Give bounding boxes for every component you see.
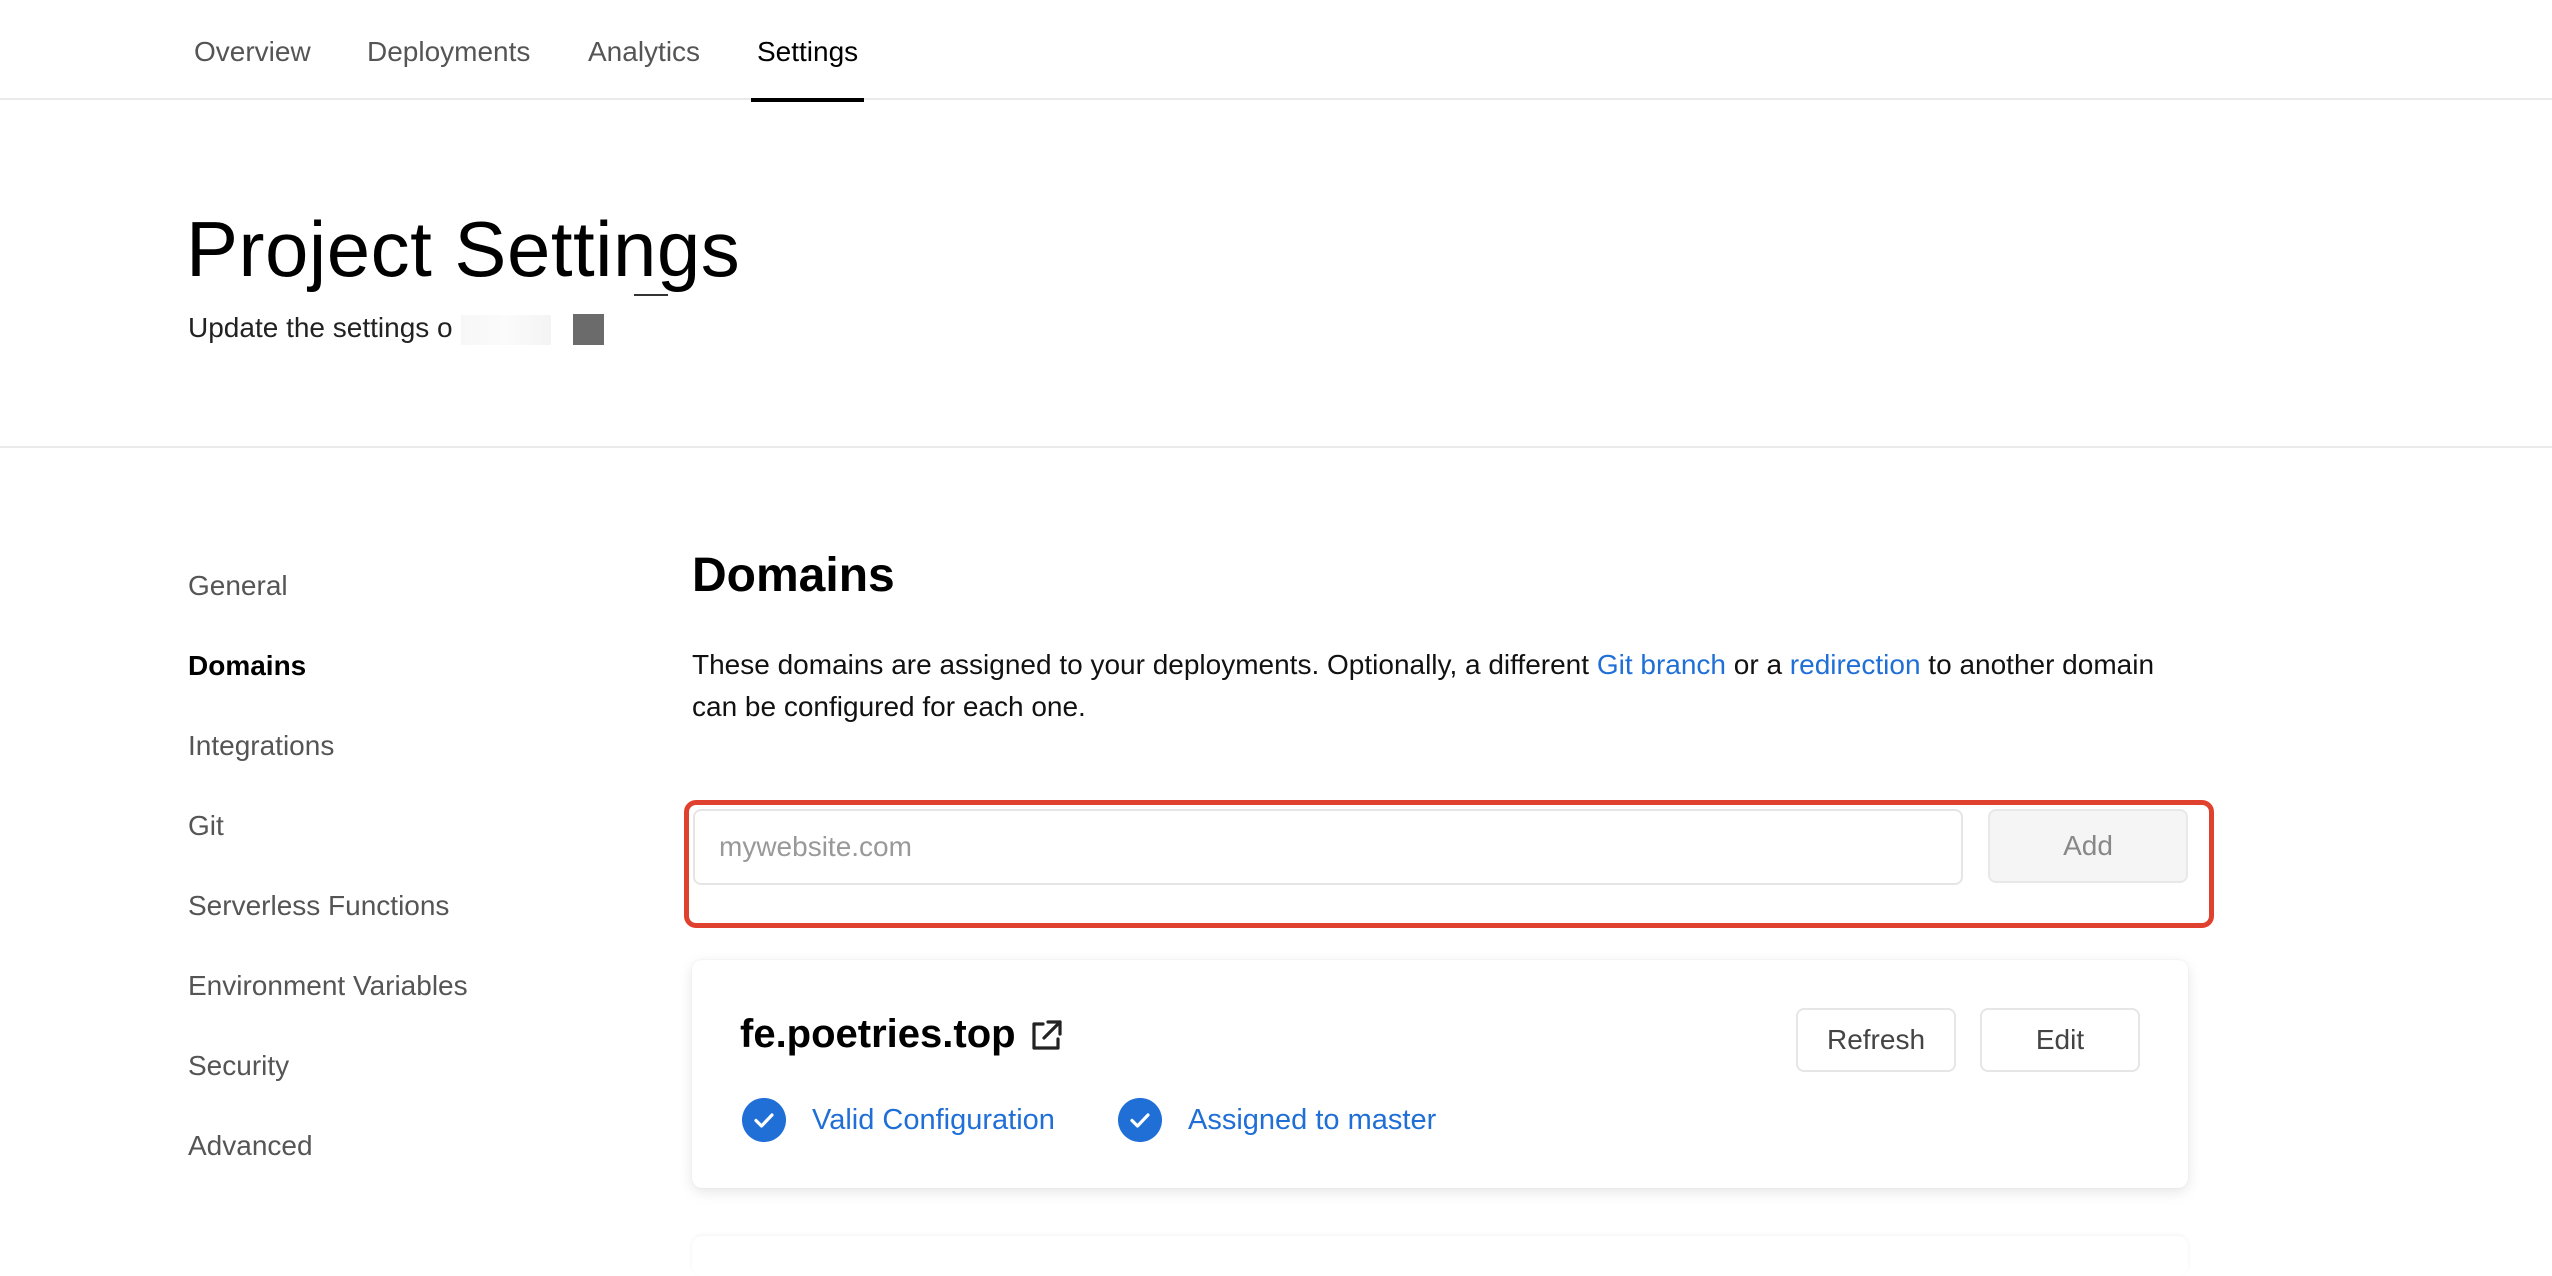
sidebar-item-general[interactable]: General bbox=[188, 570, 288, 602]
sidebar-item-git[interactable]: Git bbox=[188, 810, 224, 842]
status-valid-label[interactable]: Valid Configuration bbox=[812, 1104, 1055, 1137]
external-link-icon[interactable] bbox=[1026, 1016, 1066, 1056]
status-assigned-label[interactable]: Assigned to master bbox=[1188, 1104, 1436, 1137]
section-title: Domains bbox=[692, 549, 895, 602]
domain-input[interactable] bbox=[693, 809, 1963, 885]
tab-settings[interactable]: Settings bbox=[750, 0, 865, 102]
section-description: These domains are assigned to your deplo… bbox=[692, 644, 2202, 728]
redirection-link[interactable]: redirection bbox=[1790, 649, 1921, 680]
top-nav: Overview Deployments Analytics Settings bbox=[0, 0, 2552, 102]
domain-card: fe.poetries.top Refresh Edit Valid Confi… bbox=[692, 960, 2188, 1188]
page-subtitle: Update the settings o bbox=[188, 294, 668, 346]
check-circle-icon bbox=[742, 1098, 786, 1142]
edit-button[interactable]: Edit bbox=[1980, 1008, 2140, 1072]
redacted-mark bbox=[633, 294, 668, 296]
description-text: These domains are assigned to your deplo… bbox=[692, 649, 1597, 680]
tab-deployments[interactable]: Deployments bbox=[367, 0, 530, 100]
sidebar-item-advanced[interactable]: Advanced bbox=[188, 1130, 313, 1162]
sidebar-item-serverless-functions[interactable]: Serverless Functions bbox=[188, 890, 449, 922]
redacted-block bbox=[572, 314, 604, 346]
redacted-project-name bbox=[460, 314, 551, 345]
sidebar-item-environment-variables[interactable]: Environment Variables bbox=[188, 970, 468, 1002]
domain-name[interactable]: fe.poetries.top bbox=[740, 1012, 1016, 1057]
add-domain-button[interactable]: Add bbox=[1988, 809, 2188, 883]
tab-overview[interactable]: Overview bbox=[194, 0, 311, 100]
sidebar-item-domains[interactable]: Domains bbox=[188, 650, 306, 682]
description-text: or a bbox=[1725, 649, 1790, 680]
check-circle-icon bbox=[1118, 1098, 1162, 1142]
status-valid-configuration: Valid Configuration bbox=[742, 1096, 1055, 1144]
page-title: Project Settings bbox=[186, 205, 741, 293]
page-header: Project Settings Update the settings o bbox=[0, 100, 2552, 448]
domain-card-next bbox=[692, 1236, 2188, 1276]
refresh-button[interactable]: Refresh bbox=[1796, 1008, 1956, 1072]
sidebar-item-security[interactable]: Security bbox=[188, 1050, 289, 1082]
subtitle-text: Update the settings o bbox=[188, 312, 453, 343]
status-assigned: Assigned to master bbox=[1118, 1096, 1436, 1144]
git-branch-link[interactable]: Git branch bbox=[1597, 649, 1726, 680]
sidebar-item-integrations[interactable]: Integrations bbox=[188, 730, 334, 762]
tab-analytics[interactable]: Analytics bbox=[588, 0, 700, 100]
